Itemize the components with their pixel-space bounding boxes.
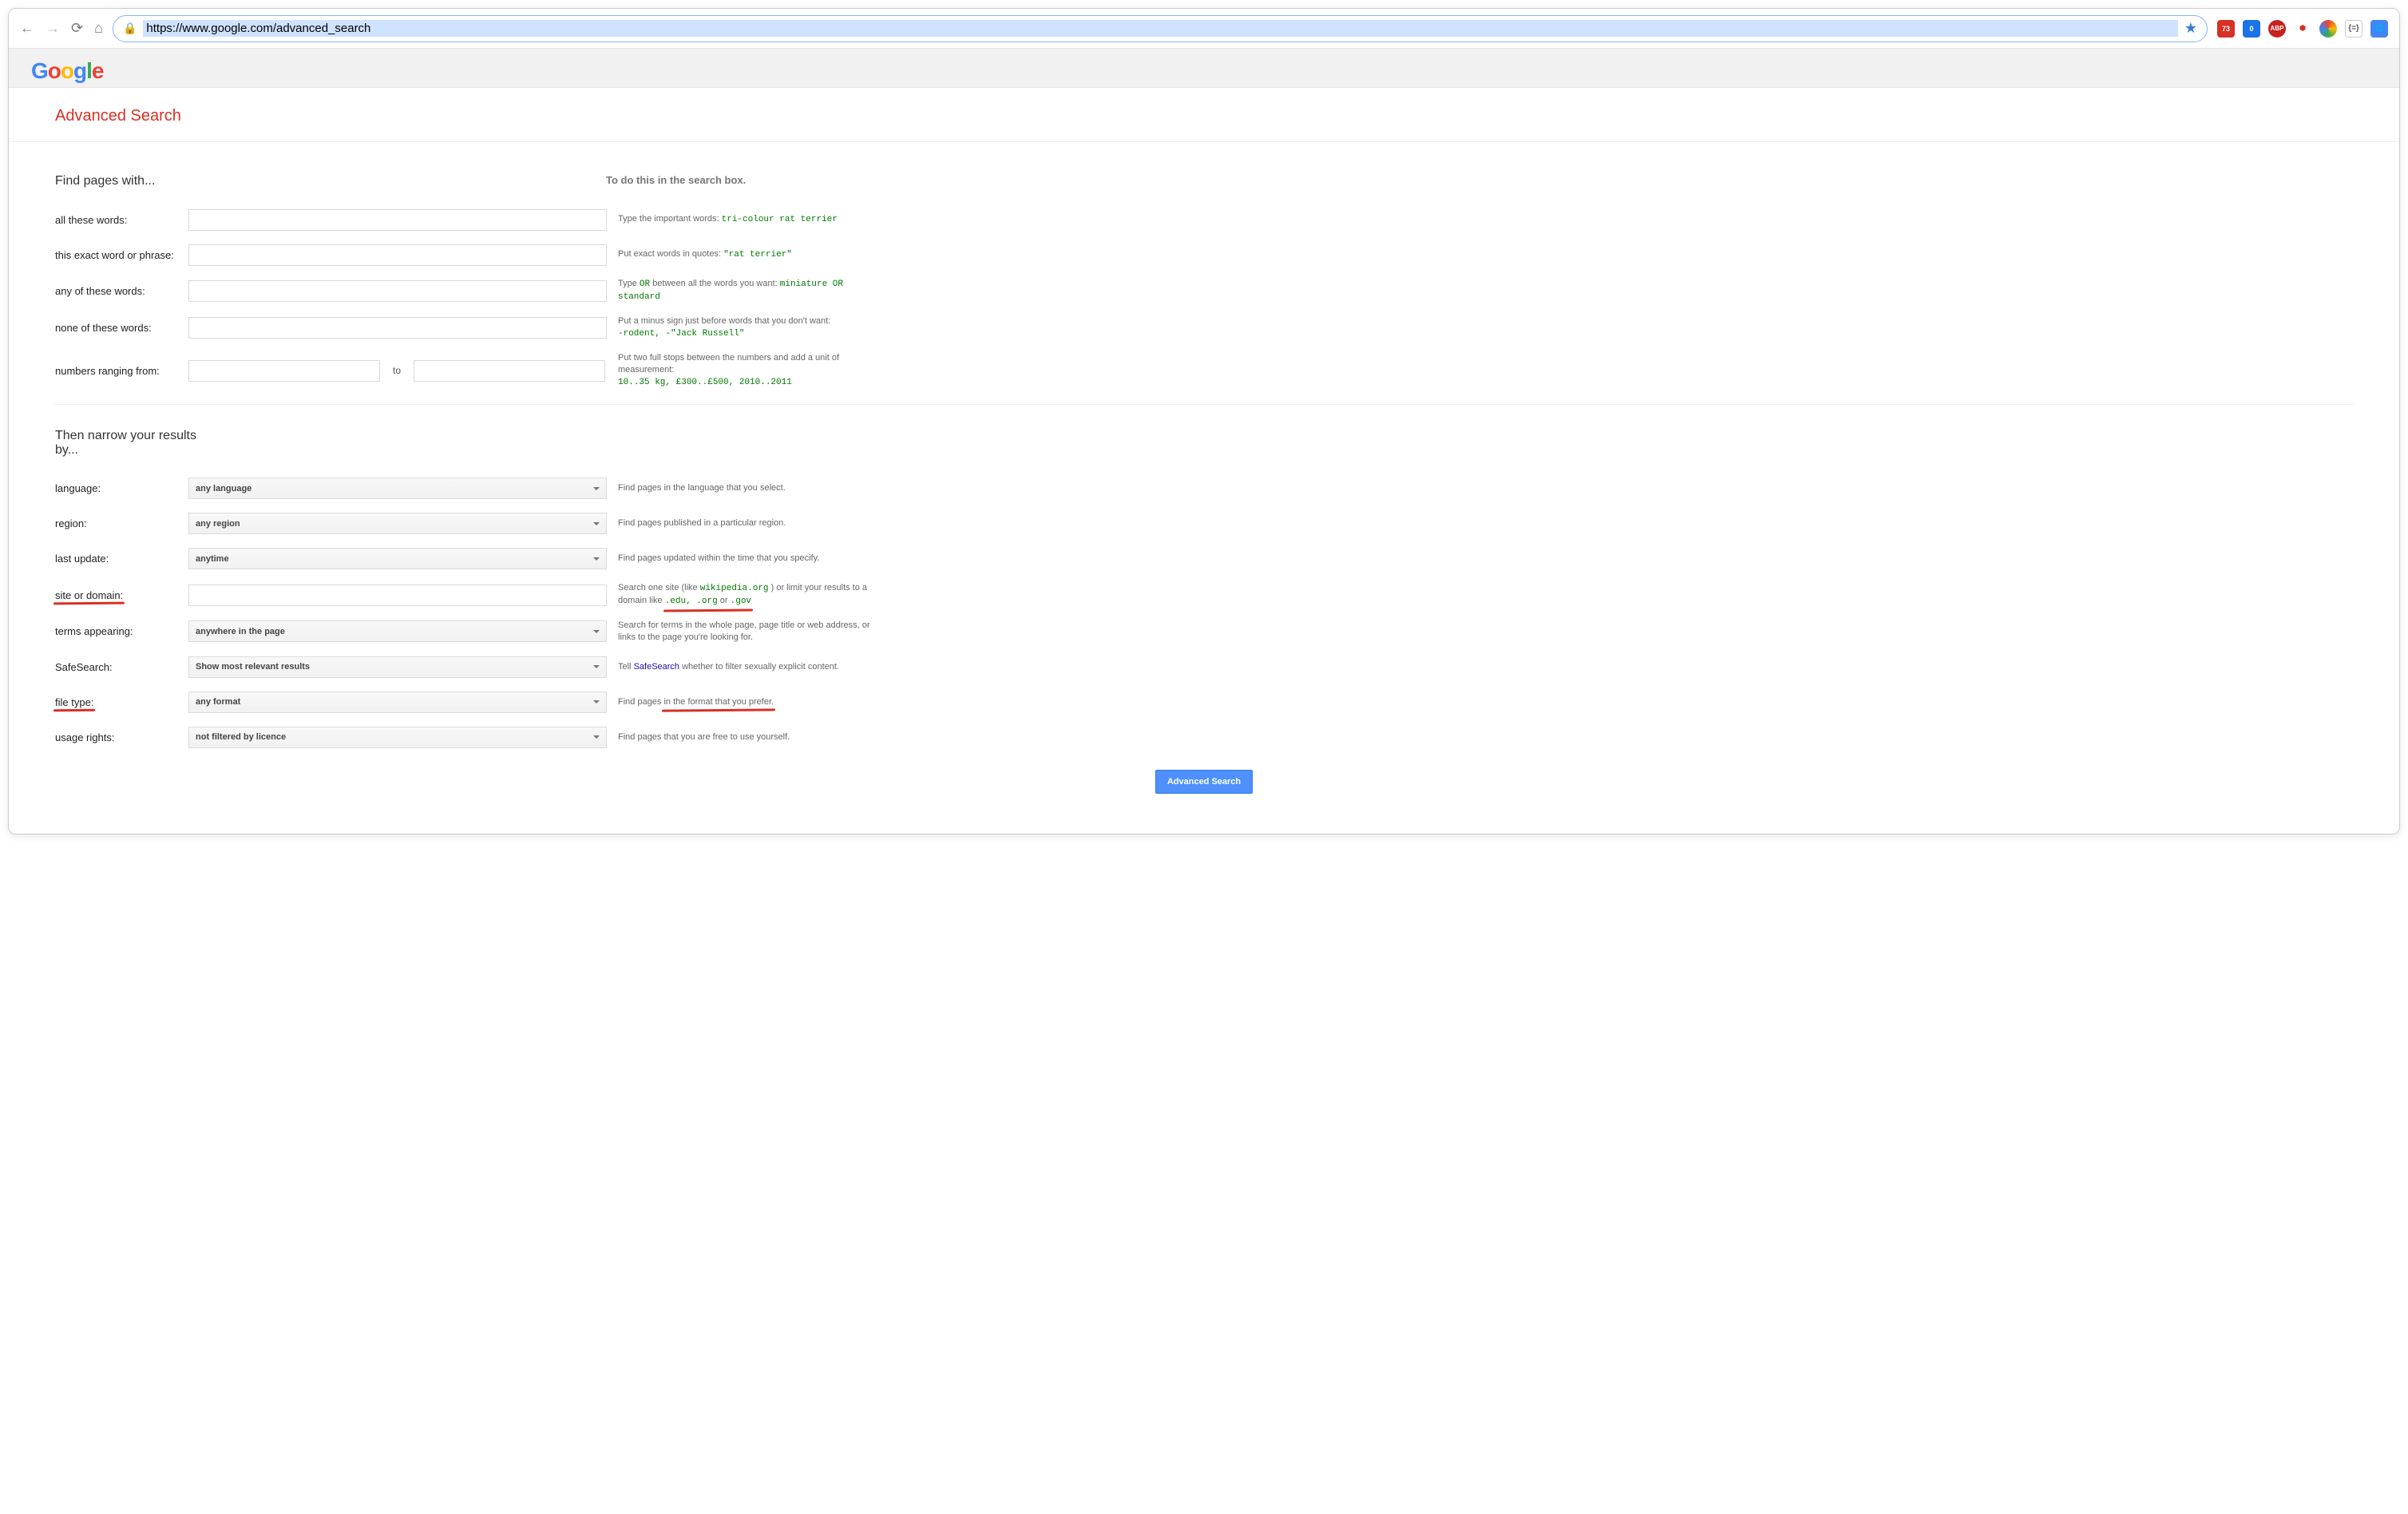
section-heading-find: Find pages with... <box>55 174 606 188</box>
dropdown-last-update[interactable]: anytime <box>188 548 607 569</box>
lock-icon: 🔒 <box>123 22 137 35</box>
dropdown-region[interactable]: any region <box>188 513 607 534</box>
chevron-down-icon <box>593 665 600 668</box>
label-file-type: file type: <box>55 696 188 708</box>
forward-icon[interactable]: → <box>46 20 60 37</box>
hint-any: Type OR between all the words you want: … <box>618 278 889 304</box>
chevron-down-icon <box>593 630 600 633</box>
chevron-down-icon <box>593 522 600 525</box>
google-logo[interactable]: Google <box>31 58 2377 84</box>
home-icon[interactable]: ⌂ <box>94 20 103 37</box>
input-exact-phrase[interactable] <box>188 244 607 266</box>
hint-none: Put a minus sign just before words that … <box>618 315 889 341</box>
label-to: to <box>393 365 401 376</box>
label-any: any of these words: <box>55 285 188 297</box>
back-icon[interactable]: ← <box>20 20 34 37</box>
label-terms: terms appearing: <box>55 625 188 637</box>
label-all-words: all these words: <box>55 214 188 226</box>
extension-icon[interactable]: 73 <box>2217 20 2235 38</box>
chevron-down-icon <box>593 487 600 490</box>
label-safesearch: SafeSearch: <box>55 661 188 673</box>
bookmark-star-icon[interactable]: ★ <box>2184 20 2197 37</box>
google-header: Google <box>9 49 2399 88</box>
translate-icon[interactable]: 🌐 <box>2370 20 2388 38</box>
input-all-words[interactable] <box>188 209 607 231</box>
extension-icon[interactable]: ⬢ <box>2294 20 2311 38</box>
dropdown-language[interactable]: any language <box>188 478 607 499</box>
extension-icons: 73 0 ABP ⬢ {=} 🌐 <box>2217 20 2388 38</box>
label-region: region: <box>55 517 188 529</box>
section-heading-hints: To do this in the search box. <box>606 174 746 188</box>
chevron-down-icon <box>593 700 600 703</box>
extension-icon[interactable] <box>2319 20 2337 38</box>
hint-usage-rights: Find pages that you are free to use your… <box>618 731 889 743</box>
browser-toolbar: ← → ⟳ ⌂ 🔒 https://www.google.com/advance… <box>9 9 2399 49</box>
input-number-from[interactable] <box>188 360 380 382</box>
section-heading-narrow: Then narrow your results by... <box>55 429 215 458</box>
hint-region: Find pages published in a particular reg… <box>618 517 889 529</box>
hint-safesearch: Tell SafeSearch whether to filter sexual… <box>618 661 889 673</box>
chevron-down-icon <box>593 735 600 739</box>
hint-exact: Put exact words in quotes: "rat terrier" <box>618 248 889 261</box>
label-none: none of these words: <box>55 322 188 334</box>
hint-last-update: Find pages updated within the time that … <box>618 553 889 565</box>
label-site-domain: site or domain: <box>55 589 188 601</box>
dropdown-usage-rights[interactable]: not filtered by licence <box>188 727 607 748</box>
hint-file-type: Find pages in the format that you prefer… <box>618 696 889 708</box>
url-text: https://www.google.com/advanced_search <box>143 20 2177 37</box>
dropdown-safesearch[interactable]: Show most relevant results <box>188 656 607 678</box>
label-last-update: last update: <box>55 553 188 565</box>
label-numbers: numbers ranging from: <box>55 365 188 377</box>
label-exact: this exact word or phrase: <box>55 249 188 261</box>
dropdown-file-type[interactable]: any format <box>188 692 607 713</box>
input-site-domain[interactable] <box>188 585 607 606</box>
page-title: Advanced Search <box>9 88 2399 142</box>
advanced-search-button[interactable]: Advanced Search <box>1155 770 1253 794</box>
hint-site-domain: Search one site (like wikipedia.org ) or… <box>618 582 889 608</box>
label-language: language: <box>55 482 188 494</box>
extension-icon[interactable]: {=} <box>2345 20 2362 38</box>
hint-terms: Search for terms in the whole page, page… <box>618 620 889 644</box>
input-none-words[interactable] <box>188 317 607 339</box>
hint-numbers: Put two full stops between the numbers a… <box>618 352 889 390</box>
input-number-to[interactable] <box>414 360 605 382</box>
label-usage-rights: usage rights: <box>55 731 188 743</box>
hint-all-words: Type the important words: tri-colour rat… <box>618 213 889 226</box>
dropdown-terms[interactable]: anywhere in the page <box>188 620 607 642</box>
chevron-down-icon <box>593 557 600 561</box>
adblock-icon[interactable]: ABP <box>2268 20 2286 38</box>
address-bar[interactable]: 🔒 https://www.google.com/advanced_search… <box>113 15 2208 42</box>
input-any-words[interactable] <box>188 280 607 302</box>
extension-icon[interactable]: 0 <box>2243 20 2260 38</box>
hint-language: Find pages in the language that you sele… <box>618 482 889 494</box>
reload-icon[interactable]: ⟳ <box>71 20 83 37</box>
